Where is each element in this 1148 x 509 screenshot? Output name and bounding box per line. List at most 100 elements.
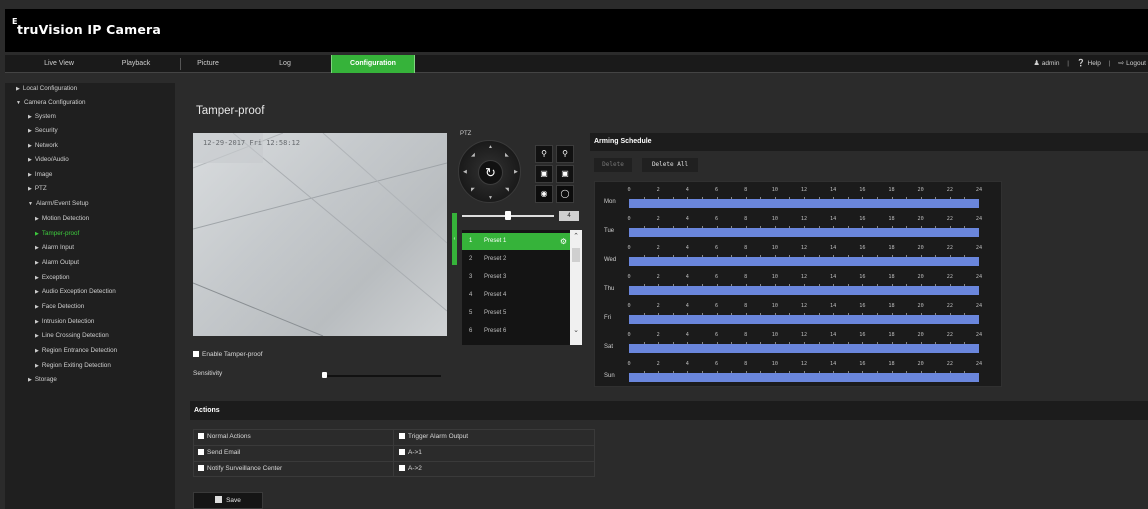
hour-tick	[949, 197, 951, 199]
checkbox[interactable]	[399, 433, 405, 440]
tree-item-video-audio[interactable]: ▶ Video/Audio	[28, 156, 69, 163]
save-button[interactable]: Save	[193, 492, 263, 509]
tab-log[interactable]: Log	[265, 55, 305, 73]
tree-item-local-configuration[interactable]: ▶ Local Configuration	[16, 85, 77, 92]
arrow-down-left-icon[interactable]: ◤	[471, 187, 475, 193]
checkbox[interactable]	[399, 449, 405, 456]
tree-item-alarm-input[interactable]: ▶ Alarm Input	[35, 244, 74, 251]
tree-item-audio-exception-detection[interactable]: ▶ Audio Exception Detection	[35, 288, 116, 295]
enable-tamper-proof[interactable]: Enable Tamper-proof	[193, 351, 263, 358]
focus-far-icon[interactable]: ▣	[556, 165, 574, 183]
iris-open-icon[interactable]: ◉	[535, 185, 553, 203]
user-name-link[interactable]: admin	[1042, 60, 1060, 67]
preset-panel-toggle[interactable]: ‹	[452, 213, 457, 265]
tab-configuration[interactable]: Configuration	[331, 55, 415, 73]
preset-row[interactable]: 3 Preset 3	[462, 269, 570, 286]
preset-row[interactable]: 4 Preset 4	[462, 287, 570, 304]
tree-item-system[interactable]: ▶ System	[28, 113, 56, 120]
day-timeline[interactable]	[629, 342, 979, 353]
logout-link[interactable]: Logout	[1126, 60, 1146, 67]
preset-scrollbar[interactable]: ⌃ ⌄	[570, 230, 582, 345]
preset-row[interactable]: 6 Preset 6	[462, 323, 570, 340]
video-preview[interactable]: 12-29-2017 Fri 12:58:12	[193, 133, 447, 336]
auto-scan-icon[interactable]: ↻	[478, 160, 503, 185]
arrow-down-icon[interactable]: ▼	[488, 195, 493, 201]
send-email-option[interactable]: Send Email	[198, 449, 240, 456]
day-timeline[interactable]	[629, 284, 979, 295]
preset-row[interactable]: 2 Preset 2	[462, 251, 570, 268]
tree-item-region-exiting-detection[interactable]: ▶ Region Exiting Detection	[35, 362, 111, 369]
alarm-output-2-option[interactable]: A->2	[399, 465, 422, 472]
tree-item-line-crossing-detection[interactable]: ▶ Line Crossing Detection	[35, 332, 109, 339]
scroll-down-icon[interactable]: ⌄	[571, 326, 581, 335]
hour-label: 0	[627, 361, 631, 367]
tree-item-alarm-output[interactable]: ▶ Alarm Output	[35, 259, 79, 266]
day-timeline[interactable]	[629, 313, 979, 324]
arrow-left-icon[interactable]: ◀	[463, 169, 467, 175]
tree-item-alarm-event-setup[interactable]: ▼ Alarm/Event Setup	[28, 200, 88, 207]
tree-item-security[interactable]: ▶ Security	[28, 127, 58, 134]
tree-item-tamper-proof[interactable]: ▶ Tamper-proof	[35, 230, 79, 237]
day-timeline[interactable]	[629, 226, 979, 237]
checkbox[interactable]	[198, 449, 204, 456]
arrow-down-right-icon[interactable]: ◥	[505, 187, 509, 193]
checkbox[interactable]	[198, 465, 204, 472]
normal-actions-option[interactable]: Normal Actions	[198, 433, 251, 440]
hour-tick	[745, 342, 747, 344]
preset-row[interactable]: 5 Preset 5	[462, 305, 570, 322]
notify-surveillance-center-option[interactable]: Notify Surveillance Center	[198, 465, 282, 472]
focus-near-icon[interactable]: ▣	[535, 165, 553, 183]
tree-item-ptz[interactable]: ▶ PTZ	[28, 185, 47, 192]
help-link[interactable]: Help	[1088, 60, 1101, 67]
day-timeline[interactable]	[629, 255, 979, 266]
alarm-output-1-option[interactable]: A->1	[399, 449, 422, 456]
hour-tick	[701, 313, 703, 315]
trigger-alarm-output-option[interactable]: Trigger Alarm Output	[399, 433, 468, 440]
slider-handle[interactable]	[505, 211, 511, 220]
arrow-right-icon[interactable]: ▶	[514, 169, 518, 175]
checkbox[interactable]	[193, 351, 199, 358]
hour-tick	[643, 313, 645, 315]
hour-label: 12	[800, 361, 808, 367]
day-timeline[interactable]	[629, 371, 979, 382]
hour-label: 16	[859, 332, 866, 338]
ptz-speed-slider[interactable]	[462, 211, 554, 220]
tab-picture[interactable]: Picture	[183, 55, 233, 73]
scroll-thumb[interactable]	[572, 248, 580, 262]
iris-close-icon[interactable]: ◯	[556, 185, 574, 203]
sensitivity-slider[interactable]	[322, 372, 441, 378]
checkbox[interactable]	[198, 433, 204, 440]
preset-row[interactable]: 1 Preset 1 ⚙	[462, 233, 570, 250]
arrow-up-right-icon[interactable]: ◣	[505, 152, 509, 158]
tree-item-motion-detection[interactable]: ▶ Motion Detection	[35, 215, 89, 222]
day-timeline[interactable]	[629, 197, 979, 208]
hour-label: 12	[800, 332, 808, 338]
zoom-in-icon[interactable]: ⚲	[535, 145, 553, 163]
zoom-out-icon[interactable]: ⚲	[556, 145, 574, 163]
ptz-direction-pad[interactable]: ▲ ▼ ◀ ▶ ◢ ◣ ◤ ◥ ↻	[458, 140, 521, 203]
tab-playback[interactable]: Playback	[111, 55, 161, 73]
tree-item-face-detection[interactable]: ▶ Face Detection	[35, 303, 84, 310]
schedule-grid[interactable]: 0 2 4 6 8 10 12 14 16 18 20 22 24 Mon 0 2 4 6 8 10 12 14 16 18 2…	[594, 181, 1002, 387]
scroll-up-icon[interactable]: ⌃	[571, 232, 581, 241]
tab-live-view[interactable]: Live View	[29, 55, 89, 73]
tree-item-network[interactable]: ▶ Network	[28, 142, 58, 149]
gear-icon[interactable]: ⚙	[560, 233, 567, 250]
tree-item-camera-configuration[interactable]: ▼ Camera Configuration	[16, 99, 86, 106]
triangle-right-icon: ▶	[35, 319, 39, 325]
tree-item-exception[interactable]: ▶ Exception	[35, 274, 70, 281]
arrow-up-icon[interactable]: ▲	[488, 144, 493, 150]
hour-label: 24	[975, 216, 983, 222]
tree-item-region-entrance-detection[interactable]: ▶ Region Entrance Detection	[35, 347, 117, 354]
tree-item-intrusion-detection[interactable]: ▶ Intrusion Detection	[35, 318, 94, 325]
tree-item-image[interactable]: ▶ Image	[28, 171, 52, 178]
checkbox[interactable]	[399, 465, 405, 472]
delete-all-button[interactable]: Delete All	[642, 158, 698, 172]
hour-scale: 0 2 4 6 8 10 12 14 16 18 20 22 24	[595, 332, 995, 340]
delete-button[interactable]: Delete	[594, 158, 632, 172]
slider-handle[interactable]	[322, 372, 327, 378]
help-icon: ❔	[1076, 60, 1086, 67]
table-divider	[393, 430, 394, 476]
tree-item-storage[interactable]: ▶ Storage	[28, 376, 57, 383]
arrow-up-left-icon[interactable]: ◢	[471, 152, 475, 158]
